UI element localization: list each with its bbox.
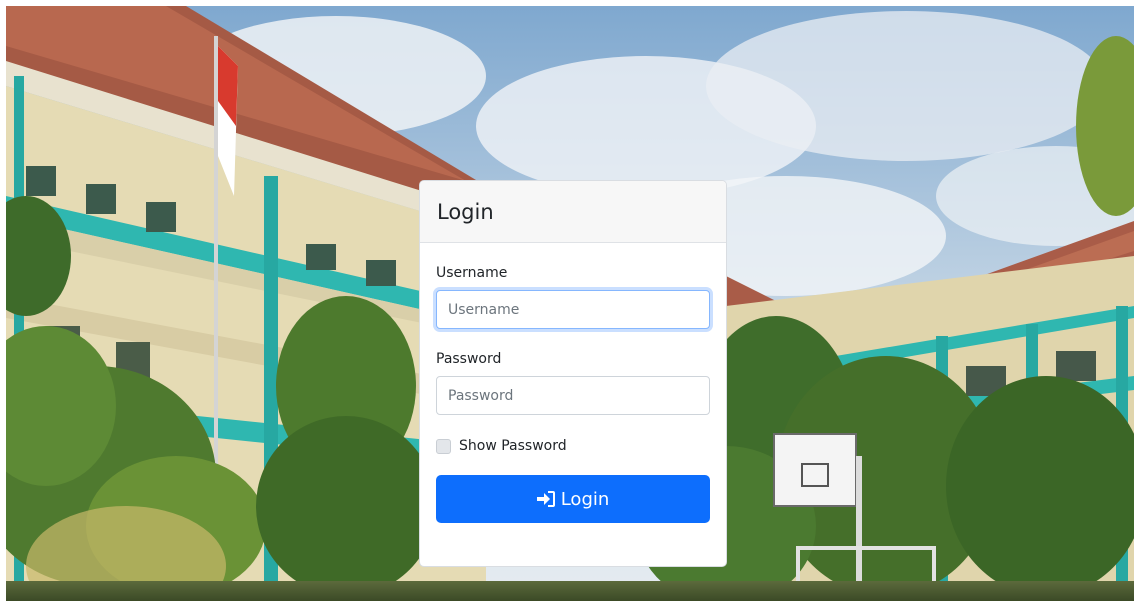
- login-form: Username Password Show Password Login: [420, 243, 726, 523]
- login-title: Login: [437, 199, 494, 224]
- show-password-label: Show Password: [459, 438, 567, 454]
- login-button[interactable]: Login: [436, 475, 710, 523]
- login-card-header: Login: [420, 181, 726, 243]
- sign-in-icon: [536, 491, 555, 507]
- login-card: Login Username Password Show Password: [419, 180, 727, 567]
- password-label: Password: [436, 351, 502, 367]
- show-password-checkbox[interactable]: [436, 438, 451, 454]
- background-photo: Login Username Password Show Password: [6, 6, 1134, 601]
- password-input[interactable]: [436, 376, 710, 415]
- username-input[interactable]: [436, 290, 710, 329]
- login-button-label: Login: [560, 488, 610, 510]
- username-label: Username: [436, 265, 508, 281]
- show-password-row[interactable]: Show Password: [436, 436, 710, 456]
